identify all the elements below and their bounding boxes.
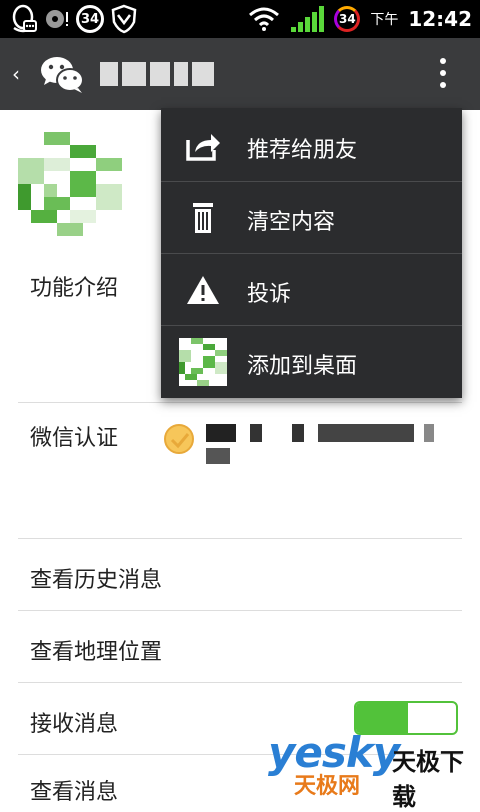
verify-label: 微信认证 bbox=[30, 426, 119, 451]
watermark-brand-cn: 天极下载 bbox=[392, 748, 464, 811]
status-bar: 34 34 下午 12:42 bbox=[0, 0, 480, 38]
status-time: 12:42 bbox=[408, 7, 472, 31]
menu-item-report[interactable]: 投诉 bbox=[161, 254, 462, 326]
wifi-icon bbox=[249, 7, 280, 31]
warning-icon bbox=[187, 276, 219, 304]
more-options-icon[interactable] bbox=[440, 58, 446, 94]
account-avatar bbox=[18, 132, 122, 236]
menu-item-label: 投诉 bbox=[247, 282, 292, 307]
status-ampm: 下午 bbox=[370, 12, 399, 28]
menu-item-label: 推荐给朋友 bbox=[247, 138, 358, 163]
receive-messages-label: 接收消息 bbox=[30, 712, 119, 737]
menu-item-label: 清空内容 bbox=[247, 210, 336, 235]
back-icon[interactable]: ‹ bbox=[12, 62, 20, 86]
battery-icon: 34 bbox=[334, 6, 361, 32]
history-messages-row[interactable]: 查看历史消息 bbox=[30, 562, 162, 594]
action-bar: ‹ bbox=[0, 38, 480, 110]
menu-item-add-to-desktop[interactable]: 添加到桌面 bbox=[161, 326, 462, 398]
share-icon bbox=[186, 134, 220, 161]
avatar-thumbnail bbox=[179, 338, 227, 386]
wechat-logo-icon[interactable] bbox=[38, 54, 86, 94]
battery-saver-badge: 34 bbox=[76, 5, 104, 33]
disc-icon bbox=[46, 10, 68, 28]
account-name-obscured bbox=[100, 62, 214, 86]
view-location-row[interactable]: 查看地理位置 bbox=[30, 634, 162, 666]
verified-badge-icon bbox=[164, 424, 194, 454]
overflow-menu: 推荐给朋友 清空内容 投诉 添加到桌面 bbox=[161, 108, 462, 398]
yesky-watermark: yesky 天极下载 天极网 bbox=[268, 728, 480, 811]
divider bbox=[18, 682, 462, 683]
verify-text-obscured bbox=[206, 420, 436, 470]
qq-icon bbox=[12, 4, 37, 33]
divider bbox=[18, 538, 462, 539]
watermark-sub: 天极网 bbox=[294, 774, 361, 799]
intro-label: 功能介绍 bbox=[30, 276, 119, 301]
trash-icon bbox=[193, 203, 213, 233]
divider bbox=[18, 402, 462, 403]
menu-item-recommend[interactable]: 推荐给朋友 bbox=[161, 110, 462, 182]
shield-icon bbox=[111, 4, 137, 34]
menu-item-label: 添加到桌面 bbox=[247, 354, 358, 379]
divider bbox=[18, 610, 462, 611]
view-messages-row[interactable]: 查看消息 bbox=[30, 774, 118, 806]
menu-item-clear[interactable]: 清空内容 bbox=[161, 182, 462, 254]
signal-icon bbox=[291, 6, 325, 32]
